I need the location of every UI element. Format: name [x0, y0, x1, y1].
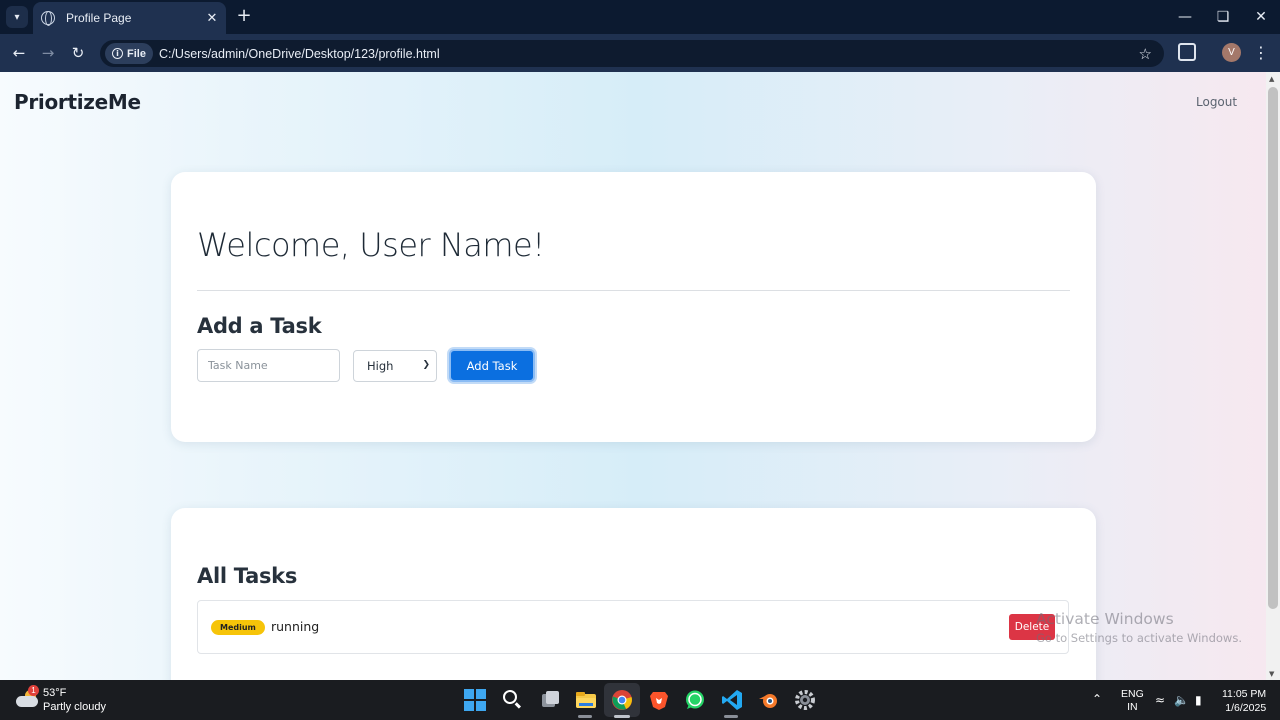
browser-tab-active[interactable]: Profile Page ✕: [33, 2, 226, 34]
logout-link[interactable]: Logout: [1196, 95, 1237, 109]
minimize-icon[interactable]: —: [1166, 0, 1204, 34]
weather-icon[interactable]: 1: [16, 685, 39, 708]
bookmark-star-icon[interactable]: ☆: [1139, 45, 1152, 63]
all-tasks-heading: All Tasks: [197, 564, 298, 588]
scroll-up-icon[interactable]: ▲: [1269, 75, 1274, 83]
window-close-icon[interactable]: ✕: [1242, 0, 1280, 34]
running-indicator: [724, 715, 738, 718]
window-controls: — ❏ ✕: [1166, 0, 1280, 34]
file-explorer-icon[interactable]: [575, 689, 597, 711]
tasks-card: All Tasks Medium running Delete: [171, 508, 1096, 680]
running-indicator: [578, 715, 592, 718]
battery-icon[interactable]: ▮: [1195, 693, 1202, 707]
task-name-input[interactable]: [197, 349, 340, 382]
globe-icon: [41, 11, 55, 26]
back-arrow-icon[interactable]: ←: [8, 42, 30, 64]
site-chip-label: File: [127, 47, 146, 60]
whatsapp-icon[interactable]: [684, 689, 706, 711]
task-list-item: Medium running Delete: [197, 600, 1069, 654]
settings-gear-icon[interactable]: [794, 689, 816, 711]
active-indicator: [614, 715, 630, 718]
scroll-down-icon[interactable]: ▼: [1269, 670, 1274, 678]
divider: [197, 290, 1070, 291]
welcome-heading: Welcome, User Name!: [197, 226, 545, 264]
activate-windows-watermark: Activate Windows Go to Settings to activ…: [1036, 610, 1242, 645]
priority-select[interactable]: High ❯: [353, 350, 437, 382]
page-viewport: PriortizeMe Logout Welcome, User Name! A…: [0, 72, 1280, 680]
region-code: IN: [1127, 701, 1138, 713]
site-navbar: PriortizeMe Logout: [0, 72, 1266, 132]
info-icon: i: [112, 48, 123, 59]
browser-toolbar: ← → ↻ i File C:/Users/admin/OneDrive/Des…: [0, 34, 1280, 72]
vscode-icon[interactable]: [721, 689, 743, 711]
volume-icon[interactable]: 🔈: [1174, 693, 1189, 707]
language-code: ENG: [1121, 688, 1144, 700]
forward-arrow-icon[interactable]: →: [37, 42, 59, 64]
priority-badge: Medium: [211, 620, 265, 635]
browser-tab-strip: ▾ Profile Page ✕ + — ❏ ✕: [0, 0, 1280, 34]
system-clock[interactable]: 11:05 PM 1/6/2025: [1222, 687, 1266, 715]
language-indicator[interactable]: ENG IN: [1121, 688, 1144, 714]
chevron-down-icon: ❯: [422, 360, 430, 370]
url-text[interactable]: C:/Users/admin/OneDrive/Desktop/123/prof…: [159, 47, 1139, 61]
tab-search-chevron-icon[interactable]: ▾: [6, 6, 28, 28]
profile-card: Welcome, User Name! Add a Task High ❯ Ad…: [171, 172, 1096, 442]
chrome-icon[interactable]: [611, 689, 633, 711]
search-icon[interactable]: [501, 689, 523, 711]
new-tab-plus-icon[interactable]: +: [234, 6, 254, 26]
profile-avatar[interactable]: V: [1222, 43, 1241, 62]
add-task-button[interactable]: Add Task: [449, 349, 535, 382]
weather-condition[interactable]: Partly cloudy: [43, 701, 106, 713]
browser-menu-icon[interactable]: ⋮: [1252, 42, 1270, 64]
task-view-icon[interactable]: [539, 689, 561, 711]
tray-overflow-chevron-icon[interactable]: ⌃: [1092, 692, 1102, 706]
site-info-chip[interactable]: i File: [105, 43, 153, 64]
reload-icon[interactable]: ↻: [67, 42, 89, 64]
windows-start-icon[interactable]: [464, 689, 486, 711]
clock-date: 1/6/2025: [1225, 702, 1267, 714]
address-bar[interactable]: i File C:/Users/admin/OneDrive/Desktop/1…: [100, 40, 1164, 67]
task-name: running: [271, 619, 320, 634]
weather-alert-badge: 1: [28, 685, 39, 696]
wifi-icon[interactable]: ≈: [1155, 693, 1165, 707]
restore-icon[interactable]: ❏: [1204, 0, 1242, 34]
watermark-title: Activate Windows: [1036, 610, 1174, 628]
extensions-puzzle-icon[interactable]: [1178, 43, 1196, 61]
clock-time: 11:05 PM: [1222, 688, 1267, 700]
windows-taskbar: 1 53°F Partly cloudy ⌃ ENG IN ≈ 🔈 ▮ 11:0…: [0, 680, 1280, 720]
scroll-thumb[interactable]: [1268, 87, 1278, 609]
add-task-heading: Add a Task: [197, 314, 322, 338]
priority-selected-value: High: [367, 359, 394, 373]
page-scrollbar[interactable]: ▲ ▼: [1266, 72, 1280, 680]
cloud-icon: [16, 696, 38, 707]
brave-browser-icon[interactable]: [648, 689, 670, 711]
weather-temperature[interactable]: 53°F: [43, 687, 66, 699]
tab-title: Profile Page: [66, 11, 132, 25]
brand-logo-text[interactable]: PriortizeMe: [14, 90, 141, 114]
blender-icon[interactable]: [757, 689, 779, 711]
tab-close-icon[interactable]: ✕: [202, 11, 222, 26]
watermark-subtitle: Go to Settings to activate Windows.: [1036, 631, 1242, 645]
